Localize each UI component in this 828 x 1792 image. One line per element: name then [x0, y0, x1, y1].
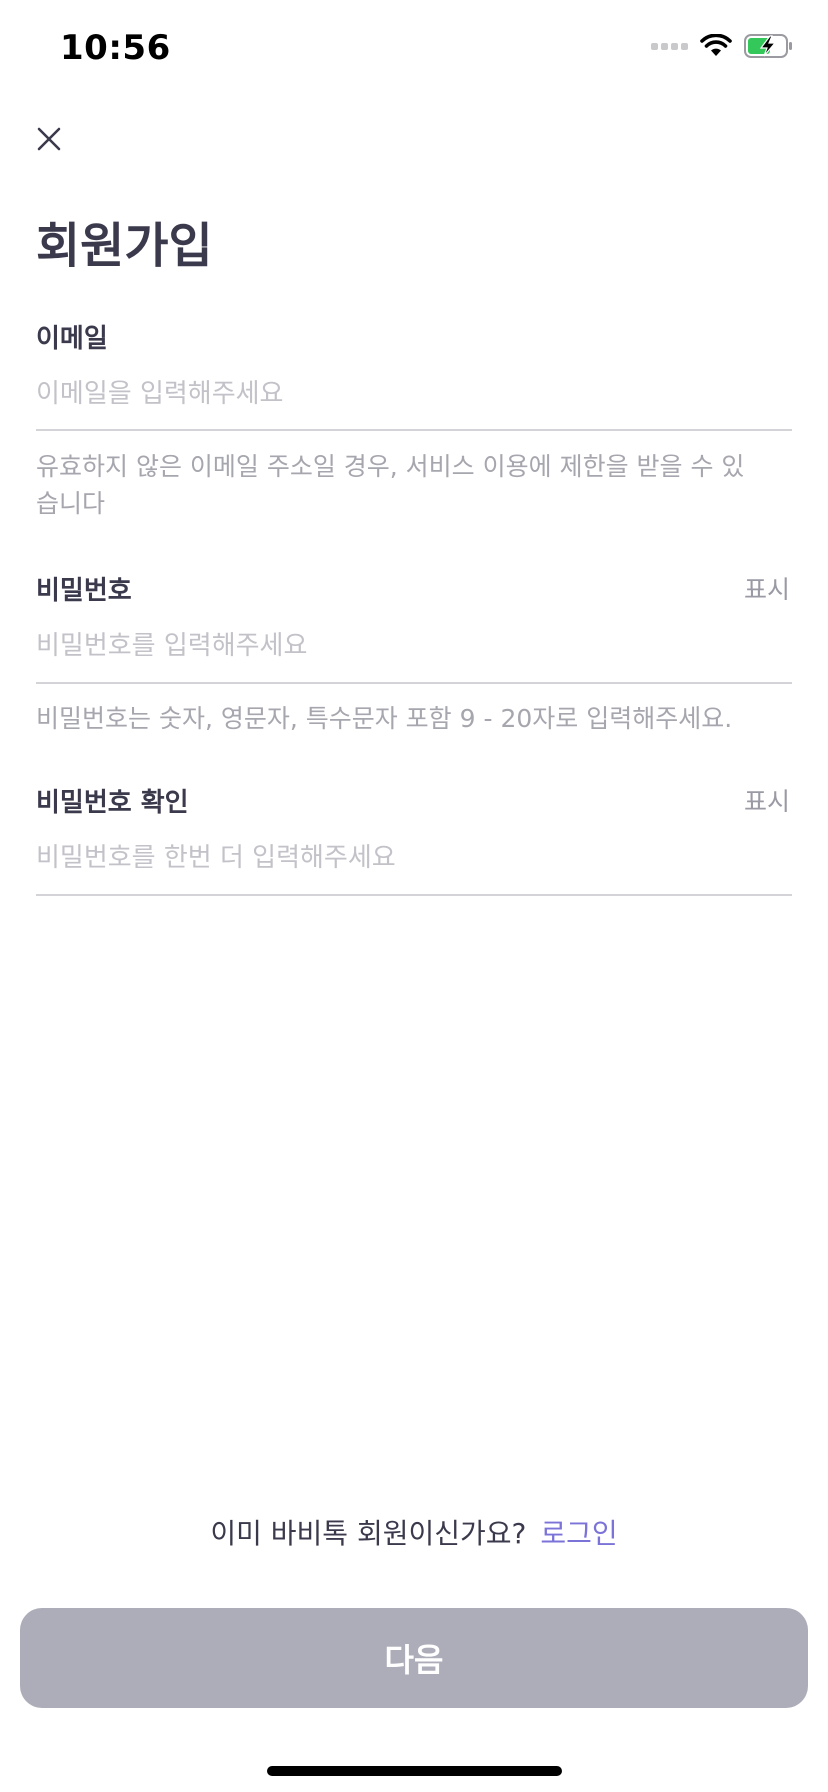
password-confirm-field-group: 비밀번호 확인 표시 — [36, 782, 792, 819]
email-help-line-1: 유효하지 않은 이메일 주소일 경우, 서비스 이용에 제한을 받을 수 있 — [36, 452, 745, 481]
status-icons — [651, 34, 794, 58]
password-confirm-underline — [36, 894, 792, 896]
login-prompt: 이미 바비톡 회원이신가요? — [210, 1517, 527, 1550]
signup-screen: 10:56 회원가입 이메일 이메일을 입력해주세요 유효하지 않은 이메일 주… — [0, 0, 828, 1792]
password-show-toggle[interactable]: 표시 — [744, 570, 790, 606]
email-underline — [36, 429, 792, 431]
close-button[interactable] — [34, 124, 64, 154]
password-field-group: 비밀번호 표시 — [36, 570, 792, 607]
status-bar: 10:56 — [0, 0, 828, 100]
close-icon — [37, 127, 61, 151]
password-input[interactable] — [36, 626, 792, 666]
login-link[interactable]: 로그인 — [540, 1517, 617, 1550]
password-confirm-input[interactable] — [36, 838, 792, 878]
signal-icon — [651, 42, 688, 50]
status-time: 10:56 — [60, 28, 171, 68]
password-confirm-show-toggle[interactable]: 표시 — [744, 782, 790, 818]
next-button[interactable]: 다음 — [20, 1608, 808, 1708]
password-underline — [36, 682, 792, 684]
password-help: 비밀번호는 숫자, 영문자, 특수문자 포함 9 - 20자로 입력해주세요. — [36, 704, 733, 733]
email-label: 이메일 — [36, 324, 108, 354]
page-title: 회원가입 — [36, 218, 213, 274]
password-label: 비밀번호 — [36, 576, 132, 606]
home-indicator — [267, 1766, 562, 1776]
battery-charging-icon — [744, 34, 794, 58]
email-input[interactable] — [36, 374, 792, 414]
wifi-icon — [700, 34, 732, 58]
email-help-line-2: 습니다 — [36, 489, 106, 518]
email-field-group: 이메일 — [36, 318, 792, 355]
login-prompt-row: 이미 바비톡 회원이신가요? 로그인 — [0, 1512, 828, 1552]
password-confirm-label: 비밀번호 확인 — [36, 788, 189, 818]
email-help: 유효하지 않은 이메일 주소일 경우, 서비스 이용에 제한을 받을 수 있 습… — [36, 448, 744, 522]
